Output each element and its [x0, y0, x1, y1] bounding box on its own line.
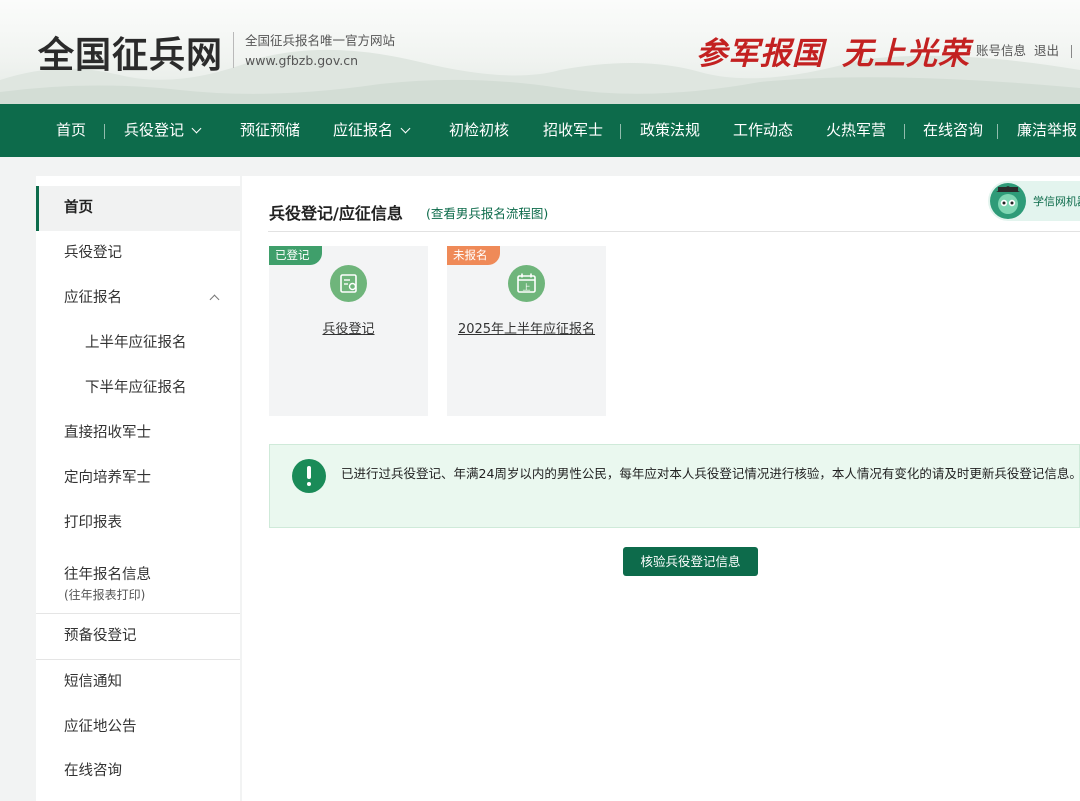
registration-card-icon	[330, 265, 367, 302]
sidebar-item-military-registration[interactable]: 兵役登记	[36, 231, 240, 276]
logo-divider	[233, 32, 234, 68]
military-registration-card[interactable]: 已登记 兵役登记	[269, 246, 428, 416]
exclamation-icon	[292, 459, 326, 493]
nav-barracks-label: 火热军营	[826, 121, 887, 139]
xuexin-assistant[interactable]: 学信网机器	[988, 181, 1080, 221]
past-applications-sublabel: (往年报表打印)	[64, 588, 146, 602]
nav-home-label: 首页	[56, 121, 87, 139]
nav-integrity-report[interactable]: 廉洁举报	[1017, 104, 1077, 157]
past-applications-label: 往年报名信息	[64, 567, 151, 583]
main-nav: 首页 兵役登记 预征预储 应征报名 初检初核 招收军士 政策法规 工作动态 火热…	[0, 104, 1080, 157]
sidebar-item-print-report[interactable]: 打印报表	[36, 501, 240, 546]
sidebar-item-enlistment-application[interactable]: 应征报名	[36, 276, 240, 321]
account-links: 账号信息 退出	[976, 40, 1073, 59]
nav-barracks[interactable]: 火热军营	[826, 104, 886, 157]
slogan-part2: 无上光荣	[842, 36, 970, 72]
nav-news[interactable]: 工作动态	[733, 104, 793, 157]
site-logo[interactable]: 全国征兵网	[38, 26, 223, 78]
nav-integrity-report-label: 廉洁举报	[1017, 121, 1078, 139]
nav-divider	[104, 124, 105, 139]
registered-badge: 已登记	[269, 246, 322, 265]
nav-news-label: 工作动态	[733, 121, 794, 139]
xuexin-label: 学信网机器	[1033, 195, 1080, 208]
page-title: 兵役登记/应征信息	[269, 204, 403, 223]
top-divider	[1071, 45, 1073, 58]
flow-chart-link[interactable]: (查看男兵报名流程图)	[426, 203, 548, 222]
main-content: 兵役登记/应征信息 (查看男兵报名流程图) 学信网机器 已登记 兵役登记	[242, 176, 1080, 801]
nav-divider	[904, 124, 905, 139]
sidebar-item-sms-notice[interactable]: 短信通知	[36, 660, 240, 705]
slogan: 参军报国 无上光荣	[696, 28, 988, 73]
title-divider	[268, 231, 1080, 232]
sidebar-item-home[interactable]: 首页	[36, 186, 240, 231]
first-half-application-card[interactable]: 未报名 上 2025年上半年应征报名	[447, 246, 606, 416]
sidebar: 首页 兵役登记 应征报名 上半年应征报名 下半年应征报名 直接招收军士 定向培养…	[36, 176, 240, 801]
nav-enlistment-application-label: 应征报名	[333, 121, 394, 139]
sidebar-item-enlistment-label: 应征报名	[64, 290, 122, 306]
nav-policies-label: 政策法规	[640, 121, 701, 139]
account-info-link[interactable]: 账号信息	[976, 43, 1026, 58]
chevron-down-icon	[191, 123, 202, 134]
nav-pre-enlistment-label: 预征预储	[240, 121, 301, 139]
calendar-icon: 上	[508, 265, 545, 302]
nav-divider	[997, 124, 998, 139]
sidebar-item-second-half-application[interactable]: 下半年应征报名	[36, 366, 240, 411]
nav-home[interactable]: 首页	[56, 104, 86, 157]
nav-military-registration[interactable]: 兵役登记	[124, 104, 202, 157]
nav-online-consult[interactable]: 在线咨询	[923, 104, 983, 157]
subtitle-url: www.gfbzb.gov.cn	[245, 53, 359, 68]
nav-initial-check-label: 初检初核	[449, 121, 510, 139]
notice-text: 已进行过兵役登记、年满24周岁以内的男性公民，每年应对本人兵役登记情况进行核验，…	[341, 466, 1080, 481]
verify-registration-button[interactable]: 核验兵役登记信息	[623, 547, 758, 576]
slogan-part1: 参军报国	[696, 36, 824, 72]
sidebar-item-first-half-application[interactable]: 上半年应征报名	[36, 321, 240, 366]
sidebar-item-direct-sergeant[interactable]: 直接招收军士	[36, 411, 240, 456]
verification-notice: 已进行过兵役登记、年满24周岁以内的男性公民，每年应对本人兵役登记情况进行核验，…	[269, 444, 1080, 528]
site-header: 全国征兵网 全国征兵报名唯一官方网站 www.gfbzb.gov.cn 参军报国…	[0, 0, 1080, 104]
sidebar-item-reserve-registration[interactable]: 预备役登记	[36, 614, 240, 659]
first-half-application-label[interactable]: 2025年上半年应征报名	[447, 318, 606, 337]
site-subtitle: 全国征兵报名唯一官方网站 www.gfbzb.gov.cn	[245, 31, 395, 71]
logout-link[interactable]: 退出	[1034, 43, 1059, 58]
sidebar-item-online-consult[interactable]: 在线咨询	[36, 749, 240, 794]
nav-policies[interactable]: 政策法规	[640, 104, 700, 157]
subtitle-line1: 全国征兵报名唯一官方网站	[245, 33, 396, 48]
nav-divider	[620, 124, 621, 139]
nav-initial-check[interactable]: 初检初核	[449, 104, 509, 157]
chevron-down-icon	[400, 123, 411, 134]
nav-sergeant-recruitment-label: 招收军士	[543, 121, 604, 139]
nav-military-registration-label: 兵役登记	[124, 121, 185, 139]
sidebar-item-directed-sergeant[interactable]: 定向培养军士	[36, 456, 240, 501]
sidebar-item-past-applications[interactable]: 往年报名信息 (往年报表打印)	[36, 556, 240, 612]
nav-pre-enlistment[interactable]: 预征预储	[240, 104, 300, 157]
nav-enlistment-application[interactable]: 应征报名	[333, 104, 411, 157]
nav-online-consult-label: 在线咨询	[923, 121, 984, 139]
nav-sergeant-recruitment[interactable]: 招收军士	[543, 104, 603, 157]
sidebar-item-local-announcement[interactable]: 应征地公告	[36, 705, 240, 750]
not-applied-badge: 未报名	[447, 246, 500, 265]
robot-avatar-icon	[990, 183, 1026, 219]
calendar-icon-text: 上	[523, 283, 531, 292]
military-registration-label[interactable]: 兵役登记	[269, 318, 428, 337]
chevron-up-icon	[209, 294, 220, 305]
